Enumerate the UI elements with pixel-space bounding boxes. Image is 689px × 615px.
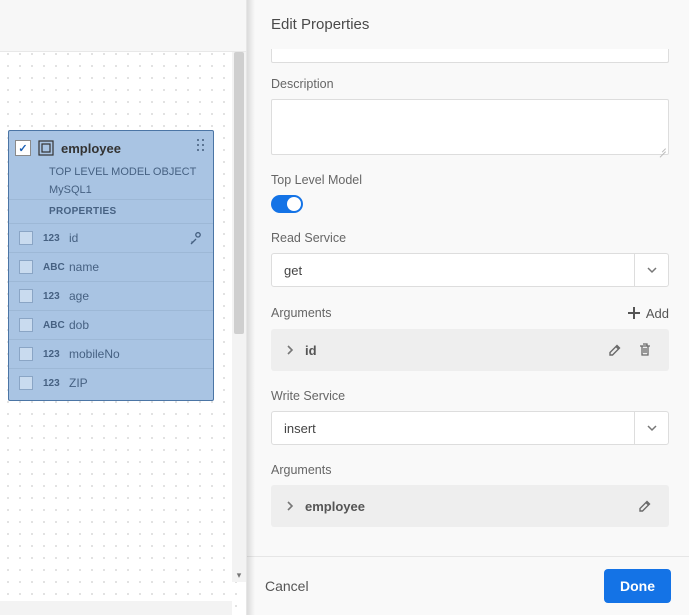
canvas-toolbar-strip xyxy=(0,0,246,52)
property-type: ABC xyxy=(43,320,69,331)
properties-section-header: PROPERTIES xyxy=(9,199,213,224)
property-row[interactable]: 123age xyxy=(9,282,213,311)
model-subtitle-datasource: MySQL1 xyxy=(9,181,213,199)
top-level-model-label: Top Level Model xyxy=(271,173,669,187)
horizontal-scrollbar[interactable] xyxy=(0,601,232,615)
property-type: 123 xyxy=(43,378,69,389)
add-label: Add xyxy=(646,306,669,321)
read-service-select[interactable]: get xyxy=(271,253,669,287)
property-name: dob xyxy=(69,318,89,332)
add-argument-button[interactable]: Add xyxy=(626,305,669,321)
property-type: 123 xyxy=(43,233,69,244)
key-icon xyxy=(189,232,203,246)
delete-icon[interactable] xyxy=(635,340,655,360)
property-name: mobileNo xyxy=(69,347,120,361)
property-row[interactable]: ABCdob xyxy=(9,311,213,340)
model-title: employee xyxy=(61,141,121,156)
model-card-employee[interactable]: ✓ employee TOP LEVEL MODEL OBJECT MySQL1… xyxy=(8,130,214,401)
vertical-scrollbar[interactable]: ▾ xyxy=(232,52,246,582)
property-name: name xyxy=(69,260,99,274)
property-row[interactable]: 123ZIP xyxy=(9,369,213,400)
panel-footer: Cancel Done xyxy=(247,556,689,615)
chevron-right-icon xyxy=(285,501,295,511)
read-arguments-label: Arguments xyxy=(271,306,331,320)
done-button[interactable]: Done xyxy=(604,569,671,603)
property-checkbox[interactable] xyxy=(19,289,33,303)
property-name: id xyxy=(69,231,78,245)
description-textarea[interactable] xyxy=(271,99,669,155)
model-subtitle-top-level: TOP LEVEL MODEL OBJECT xyxy=(9,163,213,181)
write-service-select[interactable]: insert xyxy=(271,411,669,445)
chevron-down-icon[interactable] xyxy=(634,254,668,286)
property-type: 123 xyxy=(43,291,69,302)
property-checkbox[interactable] xyxy=(19,231,33,245)
edit-icon[interactable] xyxy=(605,340,625,360)
edit-icon[interactable] xyxy=(635,496,655,516)
scroll-thumb[interactable] xyxy=(234,52,244,334)
property-row[interactable]: ABCname xyxy=(9,253,213,282)
read-service-label: Read Service xyxy=(271,231,669,245)
data-model-icon xyxy=(37,139,55,157)
checkmark-icon: ✓ xyxy=(18,142,27,155)
chevron-right-icon xyxy=(285,345,295,355)
argument-name: employee xyxy=(305,499,625,514)
cancel-button[interactable]: Cancel xyxy=(265,578,309,594)
properties-panel: Edit Properties Description Top Level Mo… xyxy=(246,0,689,615)
write-service-value: insert xyxy=(272,412,634,444)
property-row[interactable]: 123id xyxy=(9,224,213,253)
model-select-checkbox[interactable]: ✓ xyxy=(15,140,31,156)
resize-handle-icon[interactable] xyxy=(658,144,666,152)
property-name: age xyxy=(69,289,89,303)
property-name: ZIP xyxy=(69,376,88,390)
plus-icon xyxy=(626,305,642,321)
argument-name: id xyxy=(305,343,595,358)
write-service-label: Write Service xyxy=(271,389,669,403)
property-type: 123 xyxy=(43,349,69,360)
property-row[interactable]: 123mobileNo xyxy=(9,340,213,369)
argument-row[interactable]: employee xyxy=(271,485,669,527)
write-arguments-label: Arguments xyxy=(271,463,669,477)
description-label: Description xyxy=(271,77,669,91)
property-checkbox[interactable] xyxy=(19,347,33,361)
top-level-model-toggle[interactable] xyxy=(271,195,303,213)
property-type: ABC xyxy=(43,262,69,273)
argument-row[interactable]: id xyxy=(271,329,669,371)
drag-handle-icon[interactable] xyxy=(197,139,207,153)
read-service-value: get xyxy=(272,254,634,286)
chevron-down-icon[interactable] xyxy=(634,412,668,444)
canvas-area: ✓ employee TOP LEVEL MODEL OBJECT MySQL1… xyxy=(0,0,246,615)
panel-title: Edit Properties xyxy=(247,0,689,49)
property-checkbox[interactable] xyxy=(19,318,33,332)
property-checkbox[interactable] xyxy=(19,376,33,390)
scroll-arrow-down-icon[interactable]: ▾ xyxy=(232,568,246,582)
model-header: ✓ employee xyxy=(9,131,213,163)
property-checkbox[interactable] xyxy=(19,260,33,274)
truncated-field[interactable] xyxy=(271,49,669,63)
